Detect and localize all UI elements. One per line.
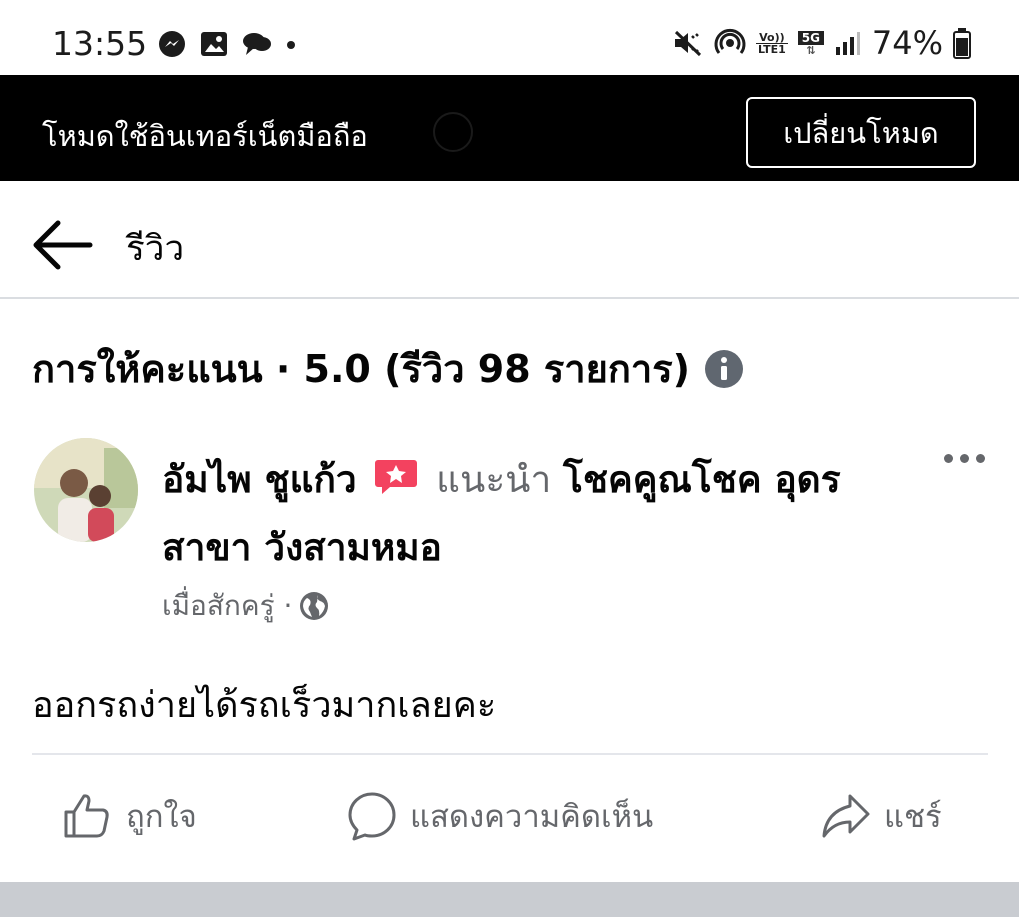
- recommend-icon: [375, 460, 418, 494]
- author-name[interactable]: อัมไพ ชูแก้ว: [162, 458, 357, 501]
- notification-icons: [158, 30, 296, 58]
- share-button[interactable]: แชร์: [820, 786, 942, 846]
- section-separator: [0, 882, 1019, 917]
- recommends-text: แนะนำ: [436, 458, 552, 501]
- like-label: ถูกใจ: [126, 799, 197, 835]
- divider: [32, 753, 988, 755]
- share-label: แชร์: [884, 799, 942, 835]
- dot-icon: [287, 41, 295, 49]
- post-meta: เมื่อสักครู่ ·: [162, 584, 330, 628]
- comment-button[interactable]: แสดงความคิดเห็น: [346, 786, 653, 846]
- messenger-icon: [159, 31, 185, 57]
- system-icons: Vo)) LTE1 5G ⇅ 74%: [672, 24, 971, 62]
- status-time: 13:55: [52, 24, 148, 63]
- globe-icon: [300, 592, 329, 620]
- like-button[interactable]: ถูกใจ: [62, 786, 197, 846]
- rating-summary: การให้คะแนน · 5.0 (รีวิว 98 รายการ): [32, 338, 744, 399]
- switch-mode-button[interactable]: เปลี่ยนโหมด: [746, 97, 976, 168]
- signal-icon: [835, 32, 860, 55]
- mute-vibrate-icon: [674, 30, 701, 57]
- data-mode-banner: โหมดใช้อินเทอร์เน็ตมือถือ เปลี่ยนโหมด: [0, 75, 1019, 181]
- data-mode-info-icon[interactable]: [433, 112, 473, 152]
- chat-bubbles-icon: [243, 33, 271, 55]
- status-bar: 13:55 Vo)) LTE1 5G ⇅ 74%: [0, 0, 1019, 75]
- data-mode-text: โหมดใช้อินเทอร์เน็ตมือถือ: [42, 119, 368, 153]
- battery-percent: 74%: [871, 24, 943, 62]
- post-time[interactable]: เมื่อสักครู่ ·: [162, 584, 292, 628]
- comment-label: แสดงความคิดเห็น: [410, 799, 654, 835]
- more-options-icon[interactable]: [944, 446, 994, 470]
- info-icon[interactable]: [704, 349, 744, 389]
- page-header: รีวิว: [0, 181, 1019, 299]
- gallery-icon: [201, 32, 227, 56]
- review-text: ออกรถง่ายได้รถเร็วมากเลยคะ: [32, 685, 497, 726]
- comment-icon: [348, 792, 396, 841]
- hotspot-icon: [714, 28, 746, 54]
- review-header: อัมไพ ชูแก้ว แนะนำ โชคคูณโชค อุดร สาขา ว…: [162, 446, 902, 582]
- share-icon: [822, 794, 870, 838]
- 5g-icon: 5G ⇅: [797, 30, 824, 56]
- page-title: รีวิว: [126, 229, 185, 269]
- battery-icon: [953, 28, 971, 59]
- rating-label: การให้คะแนน · 5.0 (รีวิว 98 รายการ): [32, 347, 691, 391]
- volte-icon: Vo)) LTE1: [755, 32, 788, 55]
- avatar[interactable]: [34, 438, 138, 542]
- back-arrow-icon[interactable]: [28, 217, 98, 273]
- thumbs-up-icon: [64, 794, 109, 838]
